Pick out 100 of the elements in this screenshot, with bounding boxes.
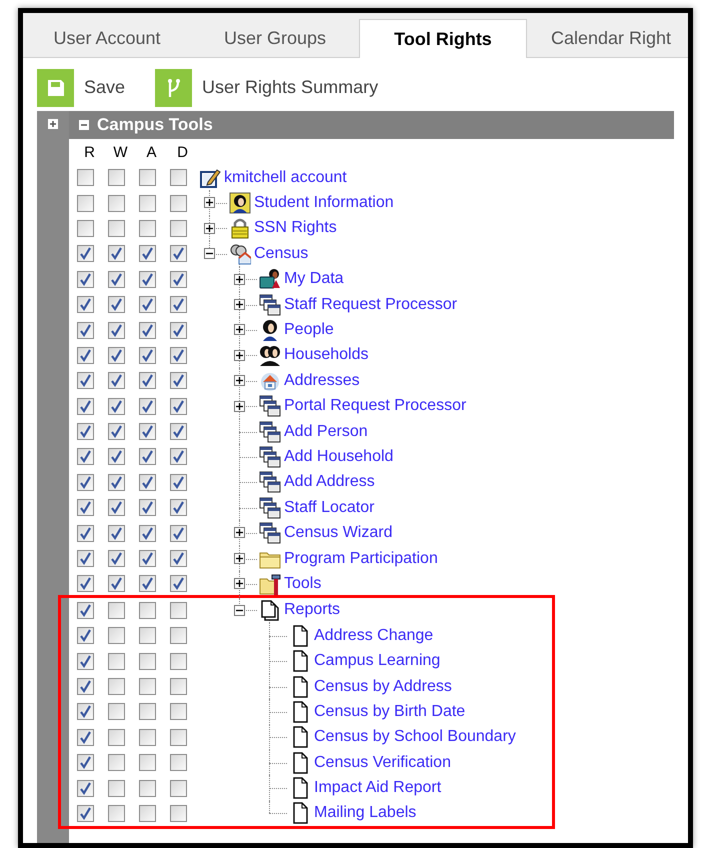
checkbox[interactable] — [77, 220, 94, 237]
checkbox[interactable] — [77, 346, 94, 364]
expand-toggle[interactable] — [234, 274, 245, 285]
checkbox[interactable] — [77, 703, 94, 720]
expand-toggle[interactable] — [234, 578, 245, 590]
tree-item-link[interactable]: Census by Birth Date — [314, 700, 466, 724]
tab[interactable]: User Account — [23, 19, 191, 57]
checkbox[interactable] — [77, 678, 94, 695]
checkbox[interactable] — [139, 780, 156, 797]
checkbox[interactable] — [170, 499, 187, 516]
checkbox[interactable] — [170, 550, 187, 568]
checkbox[interactable] — [139, 194, 156, 212]
checkbox[interactable] — [170, 423, 187, 440]
checkbox[interactable] — [108, 296, 125, 314]
collapse-toggle[interactable] — [79, 120, 89, 130]
checkbox[interactable] — [108, 703, 125, 720]
save-button[interactable]: Save — [37, 68, 126, 106]
tree-item-link[interactable]: Program Participation — [284, 546, 438, 571]
checkbox[interactable] — [170, 270, 187, 288]
checkbox[interactable] — [77, 448, 94, 466]
checkbox[interactable] — [170, 169, 187, 186]
checkbox[interactable] — [170, 703, 187, 720]
tree-item-link[interactable]: Mailing Labels — [314, 801, 416, 826]
checkbox[interactable] — [77, 804, 94, 822]
checkbox[interactable] — [108, 575, 125, 592]
checkbox[interactable] — [170, 296, 187, 314]
checkbox[interactable] — [139, 270, 156, 288]
checkbox[interactable] — [108, 550, 125, 568]
checkbox[interactable] — [108, 652, 125, 670]
checkbox[interactable] — [108, 194, 125, 212]
checkbox[interactable] — [77, 602, 94, 619]
checkbox[interactable] — [170, 346, 187, 364]
checkbox[interactable] — [139, 372, 156, 390]
checkbox[interactable] — [108, 322, 125, 339]
checkbox[interactable] — [139, 602, 156, 619]
checkbox[interactable] — [77, 169, 94, 186]
checkbox[interactable] — [139, 322, 156, 339]
checkbox[interactable] — [77, 296, 94, 314]
tab[interactable]: User Groups — [191, 19, 359, 57]
checkbox[interactable] — [108, 448, 125, 466]
checkbox[interactable] — [77, 780, 94, 797]
checkbox[interactable] — [108, 678, 125, 695]
tree-item-link[interactable]: Census Verification — [314, 750, 451, 775]
checkbox[interactable] — [139, 220, 156, 237]
checkbox[interactable] — [108, 169, 125, 186]
checkbox[interactable] — [170, 524, 187, 542]
checkbox[interactable] — [108, 754, 125, 772]
checkbox[interactable] — [139, 728, 156, 746]
tree-item-link[interactable]: Add Person — [284, 420, 368, 444]
expand-all-toggle[interactable] — [48, 119, 58, 129]
expand-toggle[interactable] — [234, 552, 245, 564]
checkbox[interactable] — [170, 194, 187, 212]
checkbox[interactable] — [77, 652, 94, 670]
expand-toggle[interactable] — [234, 298, 245, 310]
checkbox[interactable] — [139, 398, 156, 415]
checkbox[interactable] — [170, 728, 187, 746]
tree-item-link[interactable]: Addresses — [284, 368, 360, 393]
tree-item-link[interactable]: Campus Learning — [314, 649, 440, 674]
checkbox[interactable] — [108, 524, 125, 542]
checkbox[interactable] — [139, 703, 156, 720]
checkbox[interactable] — [170, 398, 187, 415]
checkbox[interactable] — [139, 474, 156, 491]
checkbox[interactable] — [139, 169, 156, 186]
expand-toggle[interactable] — [234, 324, 245, 336]
tree-item-link[interactable]: Staff Request Processor — [284, 292, 458, 317]
expand-toggle[interactable] — [234, 350, 245, 361]
tree-item-link[interactable]: People — [284, 318, 334, 342]
checkbox[interactable] — [77, 245, 94, 262]
collapse-toggle[interactable] — [204, 248, 215, 260]
tab[interactable]: Calendar Right — [527, 19, 688, 57]
checkbox[interactable] — [170, 627, 187, 644]
tree-item-link[interactable]: Add Household — [284, 444, 394, 469]
tree-item-link[interactable]: My Data — [284, 267, 344, 292]
tree-item-link[interactable]: Census — [254, 242, 308, 266]
checkbox[interactable] — [108, 245, 125, 262]
checkbox[interactable] — [77, 398, 94, 415]
tree-item-link[interactable]: Census Wizard — [284, 521, 392, 546]
checkbox[interactable] — [108, 728, 125, 746]
checkbox[interactable] — [139, 524, 156, 542]
checkbox[interactable] — [170, 652, 187, 670]
tree-item-link[interactable]: Address Change — [314, 624, 434, 648]
checkbox[interactable] — [139, 575, 156, 592]
checkbox[interactable] — [139, 550, 156, 568]
checkbox[interactable] — [170, 780, 187, 797]
checkbox[interactable] — [77, 474, 94, 491]
expand-toggle[interactable] — [234, 527, 245, 538]
checkbox[interactable] — [170, 474, 187, 491]
checkbox[interactable] — [108, 780, 125, 797]
checkbox[interactable] — [139, 804, 156, 822]
checkbox[interactable] — [77, 423, 94, 440]
checkbox[interactable] — [170, 804, 187, 822]
checkbox[interactable] — [139, 627, 156, 644]
summary-button[interactable]: User Rights Summary — [155, 68, 378, 106]
tree-item-link[interactable]: Reports — [284, 598, 340, 622]
checkbox[interactable] — [170, 245, 187, 262]
tree-item-link[interactable]: SSN Rights — [254, 216, 337, 240]
checkbox[interactable] — [170, 602, 187, 619]
checkbox[interactable] — [139, 678, 156, 695]
checkbox[interactable] — [77, 372, 94, 390]
tab[interactable]: Tool Rights — [359, 19, 527, 58]
